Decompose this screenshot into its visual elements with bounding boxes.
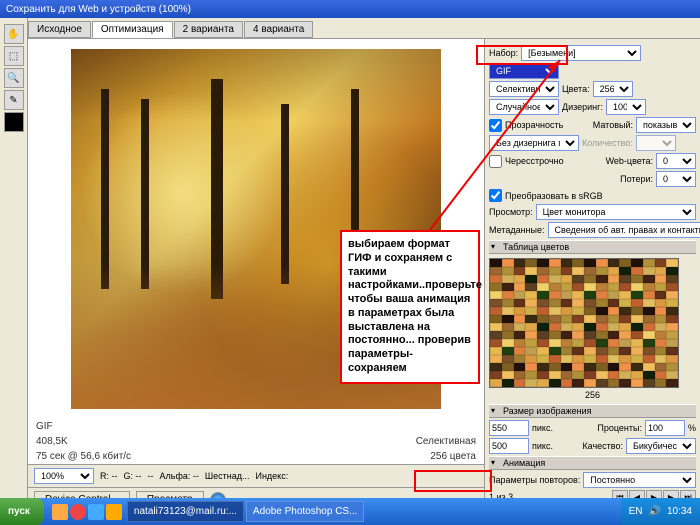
arrow-annotation xyxy=(420,55,570,235)
hex-value: Шестнад... xyxy=(205,471,250,481)
color-swatch[interactable] xyxy=(4,112,24,132)
quality-select[interactable]: Бикубическая xyxy=(626,438,696,454)
preview-button[interactable]: Просмотр xyxy=(136,491,204,498)
slice-tool[interactable]: ⬚ xyxy=(4,46,24,66)
ql-icon[interactable] xyxy=(106,504,122,520)
preview-info3: 75 сек @ 56,6 кбит/с 256 цвета xyxy=(28,449,484,464)
alpha-value: Альфа: -- xyxy=(160,471,199,481)
taskbar: пуск natali73123@mail.ru:... Adobe Photo… xyxy=(0,498,700,525)
tab-2up[interactable]: 2 варианта xyxy=(174,21,243,38)
dither-select[interactable]: 100% xyxy=(606,99,646,115)
animation-controls: ⏮ ◀ ▶ ▶ ⏭ xyxy=(612,490,696,498)
last-frame-button[interactable]: ⏭ xyxy=(680,490,696,498)
tab-optimized[interactable]: Оптимизация xyxy=(92,21,173,38)
device-central-button[interactable]: Device Central... xyxy=(34,491,130,498)
webcolors-select[interactable]: 0 xyxy=(656,153,696,169)
colortable-title[interactable]: Таблица цветов xyxy=(489,240,696,254)
tutorial-annotation: выбираем формат ГИФ и сохраняем с такими… xyxy=(340,230,480,384)
percent-label: Проценты: xyxy=(597,423,642,433)
highlight-format xyxy=(476,45,568,65)
eyedropper-tool[interactable]: ✎ xyxy=(4,90,24,110)
b-value: -- xyxy=(148,471,154,481)
height-input[interactable] xyxy=(489,438,529,454)
loop-label: Параметры повторов: xyxy=(489,475,580,485)
info-palette: Селективная xyxy=(416,436,476,447)
index-value: Индекс: xyxy=(255,471,288,481)
highlight-save xyxy=(414,470,492,492)
g-value: G: -- xyxy=(124,471,142,481)
matte-select[interactable]: показыв xyxy=(636,117,696,133)
first-frame-button[interactable]: ⏮ xyxy=(612,490,628,498)
title-text: Сохранить для Web и устройств (100%) xyxy=(6,4,191,15)
matte-label: Матовый: xyxy=(593,120,633,130)
percent-input[interactable] xyxy=(645,420,685,436)
tab-original[interactable]: Исходное xyxy=(28,21,91,38)
system-tray: EN 🔊 10:34 xyxy=(621,498,700,525)
info-time: 75 сек @ 56,6 кбит/с xyxy=(36,451,131,462)
r-value: R: -- xyxy=(100,471,118,481)
qty-label: Количество: xyxy=(582,138,633,148)
colors-select[interactable]: 256 xyxy=(593,81,633,97)
next-frame-button[interactable]: ▶ xyxy=(663,490,679,498)
lang-indicator[interactable]: EN xyxy=(629,506,643,517)
tray-icon[interactable]: 🔊 xyxy=(649,506,661,517)
loop-select[interactable]: Постоянно xyxy=(583,472,696,488)
info-colors: 256 цвета xyxy=(430,451,476,462)
color-table: 256 xyxy=(489,258,696,400)
clock[interactable]: 10:34 xyxy=(667,506,692,517)
meta-select[interactable]: Сведения об авт. правах и контакты xyxy=(548,222,700,238)
ql-icon[interactable] xyxy=(70,504,86,520)
task-item-active[interactable]: Adobe Photoshop CS... xyxy=(246,501,365,522)
hand-tool[interactable]: ✋ xyxy=(4,24,24,44)
resize-title[interactable]: Размер изображения xyxy=(489,404,696,418)
tab-4up[interactable]: 4 варианта xyxy=(244,21,313,38)
ql-icon[interactable] xyxy=(88,504,104,520)
view-tabs: Исходное Оптимизация 2 варианта 4 вариан… xyxy=(28,18,700,39)
quality-label: Качество: xyxy=(582,441,623,451)
start-button[interactable]: пуск xyxy=(0,498,44,525)
preview-info2: 408,5K Селективная xyxy=(28,434,484,449)
zoom-tool[interactable]: 🔍 xyxy=(4,68,24,88)
info-size: 408,5K xyxy=(36,436,68,447)
lossy-label: Потери: xyxy=(620,174,653,184)
webcolors-label: Web-цвета: xyxy=(606,156,653,166)
toolbar: ✋ ⬚ 🔍 ✎ xyxy=(0,18,28,498)
preview-info: GIF xyxy=(28,419,484,434)
width-input[interactable] xyxy=(489,420,529,436)
ql-icon[interactable] xyxy=(52,504,68,520)
titlebar: Сохранить для Web и устройств (100%) xyxy=(0,0,700,18)
ct-count: 256 xyxy=(585,390,600,400)
play-button[interactable]: ▶ xyxy=(646,490,662,498)
quicklaunch xyxy=(48,504,126,520)
zoom-select[interactable]: 100% xyxy=(34,468,94,484)
prev-frame-button[interactable]: ◀ xyxy=(629,490,645,498)
task-item[interactable]: natali73123@mail.ru:... xyxy=(127,501,244,522)
info-format: GIF xyxy=(36,421,53,432)
color-table-grid[interactable] xyxy=(489,258,679,388)
qty-select xyxy=(636,135,676,151)
animation-title[interactable]: Анимация xyxy=(489,456,696,470)
lossy-select[interactable]: 0 xyxy=(656,171,696,187)
